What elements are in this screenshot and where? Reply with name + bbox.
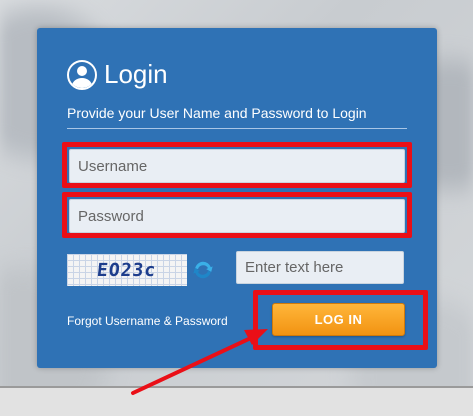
login-title: Login: [104, 59, 168, 89]
bottom-strip: [0, 386, 473, 416]
password-highlight-frame: [62, 192, 412, 238]
user-icon: [67, 59, 97, 90]
username-highlight-frame: [62, 142, 412, 188]
captcha-input[interactable]: [236, 251, 404, 284]
captcha-image: EO23c: [67, 254, 187, 286]
login-header: Login: [67, 59, 168, 90]
login-button-highlight-frame: [253, 290, 428, 350]
captcha-text: EO23c: [96, 259, 158, 281]
login-panel: Login Provide your User Name and Passwor…: [37, 28, 437, 368]
refresh-icon[interactable]: [192, 259, 214, 281]
forgot-credentials-link[interactable]: Forgot Username & Password: [67, 314, 228, 328]
login-subtitle: Provide your User Name and Password to L…: [67, 105, 407, 129]
